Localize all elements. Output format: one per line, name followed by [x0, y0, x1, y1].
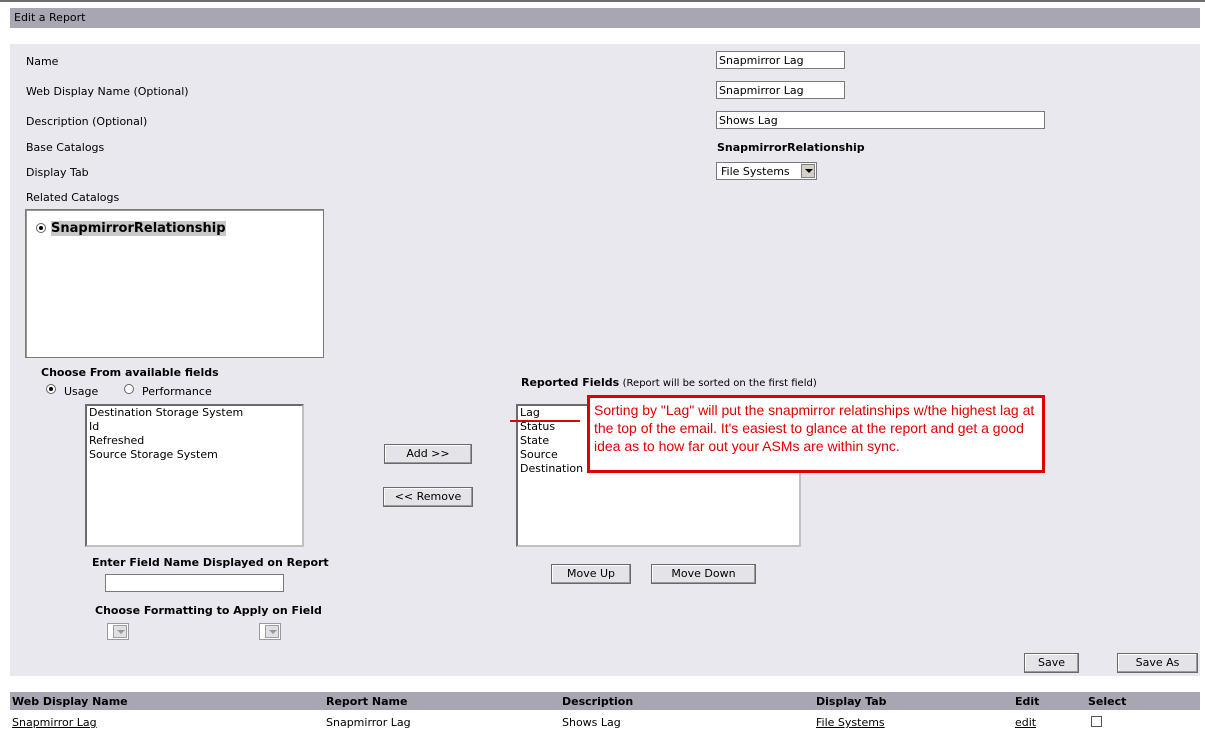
row-web-display-name-link[interactable]: Snapmirror Lag — [12, 716, 97, 729]
column-header-select: Select — [1088, 695, 1127, 708]
field-name-input[interactable] — [105, 574, 284, 592]
usage-radio[interactable] — [46, 384, 56, 394]
usage-radio-label: Usage — [64, 385, 99, 398]
column-header-edit: Edit — [1015, 695, 1040, 708]
web-display-name-field[interactable]: Snapmirror Lag — [716, 81, 845, 99]
row-description: Shows Lag — [562, 716, 621, 729]
reported-fields-title: Reported Fields (Report will be sorted o… — [521, 376, 817, 389]
row-report-name: Snapmirror Lag — [326, 716, 411, 729]
column-header-description: Description — [562, 695, 634, 708]
name-field[interactable]: Snapmirror Lag — [716, 51, 845, 69]
move-down-button[interactable]: Move Down — [651, 564, 756, 584]
related-catalog-option[interactable]: SnapmirrorRelationship — [51, 221, 226, 236]
description-field[interactable]: Shows Lag — [716, 111, 1045, 129]
performance-radio-label: Performance — [142, 385, 212, 398]
format-select-1[interactable] — [107, 623, 129, 640]
choose-fields-title: Choose From available fields — [41, 366, 219, 379]
list-item[interactable]: Destination Storage System — [87, 406, 302, 420]
row-display-tab-link[interactable]: File Systems — [816, 716, 885, 729]
remove-button[interactable]: << Remove — [383, 487, 473, 507]
related-catalog-radio[interactable] — [36, 223, 46, 233]
reported-fields-note: (Report will be sorted on the first fiel… — [622, 378, 817, 389]
base-catalogs-label: Base Catalogs — [26, 141, 105, 154]
column-header-display-tab: Display Tab — [816, 695, 887, 708]
performance-radio[interactable] — [124, 384, 134, 394]
description-label: Description (Optional) — [26, 115, 148, 128]
base-catalogs-value: SnapmirrorRelationship — [717, 141, 865, 154]
reported-fields-heading: Reported Fields — [521, 376, 620, 389]
annotation-underline — [510, 420, 580, 422]
row-select-checkbox[interactable] — [1091, 716, 1102, 727]
display-tab-selected: File Systems — [721, 165, 790, 178]
name-label: Name — [26, 55, 59, 68]
page-header: Edit a Report — [10, 8, 1200, 28]
column-header-web-display-name: Web Display Name — [12, 695, 128, 708]
display-tab-label: Display Tab — [26, 166, 89, 179]
row-edit-link[interactable]: edit — [1015, 716, 1036, 729]
list-item[interactable]: Source Storage System — [87, 448, 302, 462]
available-fields-list[interactable]: Destination Storage System Id Refreshed … — [85, 404, 304, 547]
save-as-button[interactable]: Save As — [1117, 653, 1198, 673]
display-tab-select[interactable]: File Systems — [716, 162, 817, 180]
reports-table-header: Web Display Name Report Name Description… — [10, 692, 1200, 710]
related-catalogs-label: Related Catalogs — [26, 191, 120, 204]
related-catalogs-box: SnapmirrorRelationship — [25, 209, 324, 358]
web-display-name-label: Web Display Name (Optional) — [26, 85, 189, 98]
annotation-callout: Sorting by "Lag" will put the snapmirror… — [587, 395, 1045, 473]
save-button[interactable]: Save — [1024, 653, 1079, 673]
top-border — [0, 0, 1205, 2]
list-item[interactable]: Refreshed — [87, 434, 302, 448]
list-item[interactable]: Id — [87, 420, 302, 434]
page-title: Edit a Report — [14, 11, 86, 24]
formatting-label: Choose Formatting to Apply on Field — [95, 604, 322, 617]
chevron-down-icon[interactable] — [265, 625, 279, 638]
move-up-button[interactable]: Move Up — [551, 564, 631, 584]
format-select-2[interactable] — [259, 623, 281, 640]
chevron-down-icon[interactable] — [801, 164, 815, 178]
chevron-down-icon[interactable] — [113, 625, 127, 638]
field-name-label: Enter Field Name Displayed on Report — [92, 556, 329, 569]
column-header-report-name: Report Name — [326, 695, 408, 708]
add-button[interactable]: Add >> — [384, 444, 472, 464]
